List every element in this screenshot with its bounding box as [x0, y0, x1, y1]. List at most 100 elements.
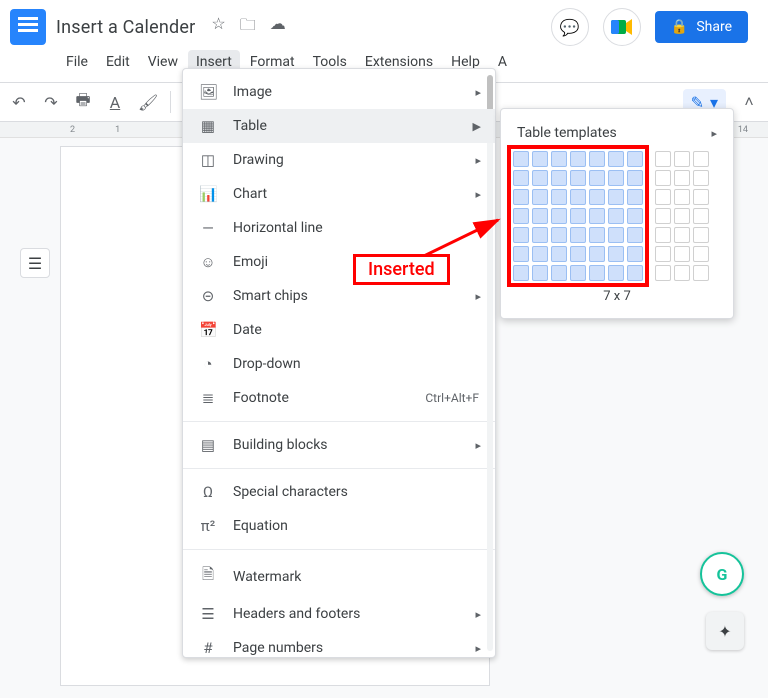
- table-cell[interactable]: [693, 246, 709, 262]
- insert-building-blocks[interactable]: ▤ Building blocks ▸: [183, 428, 495, 462]
- table-cell[interactable]: [513, 246, 529, 262]
- table-cell[interactable]: [589, 151, 605, 167]
- table-cell[interactable]: [551, 151, 567, 167]
- table-cell[interactable]: [627, 208, 643, 224]
- table-cell[interactable]: [693, 189, 709, 205]
- table-templates[interactable]: Table templates ▸: [501, 119, 733, 151]
- table-cell[interactable]: [570, 151, 586, 167]
- explore-button[interactable]: ✦: [706, 612, 744, 650]
- table-cell[interactable]: [693, 227, 709, 243]
- table-cell[interactable]: [513, 265, 529, 281]
- table-cell[interactable]: [627, 170, 643, 186]
- move-icon[interactable]: 🗀: [240, 14, 256, 41]
- table-cell[interactable]: [532, 227, 548, 243]
- insert-dropdown-item[interactable]: ◔ Drop-down: [183, 347, 495, 381]
- insert-chart[interactable]: 📊 Chart ▸: [183, 177, 495, 211]
- table-cell[interactable]: [551, 265, 567, 281]
- table-cell[interactable]: [532, 208, 548, 224]
- table-cell[interactable]: [513, 227, 529, 243]
- table-cell[interactable]: [570, 265, 586, 281]
- insert-equation[interactable]: π² Equation: [183, 509, 495, 543]
- table-cell[interactable]: [608, 265, 624, 281]
- table-cell[interactable]: [532, 170, 548, 186]
- table-cell[interactable]: [655, 208, 671, 224]
- table-size-picker-extra[interactable]: [655, 151, 709, 281]
- table-cell[interactable]: [551, 189, 567, 205]
- outline-toggle[interactable]: ☰: [20, 248, 50, 278]
- table-cell[interactable]: [589, 170, 605, 186]
- table-cell[interactable]: [627, 246, 643, 262]
- menu-file[interactable]: File: [58, 50, 96, 74]
- spellcheck-button[interactable]: A: [106, 93, 124, 112]
- insert-image[interactable]: 🖼 Image ▸: [183, 75, 495, 109]
- insert-watermark[interactable]: 🗎 Watermark: [183, 556, 495, 597]
- grammarly-button[interactable]: G: [700, 552, 744, 596]
- table-cell[interactable]: [570, 208, 586, 224]
- table-cell[interactable]: [589, 208, 605, 224]
- table-cell[interactable]: [655, 246, 671, 262]
- table-cell[interactable]: [551, 227, 567, 243]
- table-cell[interactable]: [674, 189, 690, 205]
- table-cell[interactable]: [608, 170, 624, 186]
- insert-footnote[interactable]: ≣ Footnote Ctrl+Alt+F: [183, 381, 495, 415]
- table-cell[interactable]: [608, 227, 624, 243]
- insert-hline[interactable]: — Horizontal line: [183, 211, 495, 245]
- insert-table[interactable]: ▦ Table ▶: [183, 109, 495, 143]
- table-cell[interactable]: [551, 170, 567, 186]
- table-cell[interactable]: [627, 151, 643, 167]
- table-cell[interactable]: [674, 208, 690, 224]
- insert-drawing[interactable]: ◫ Drawing ▸: [183, 143, 495, 177]
- table-cell[interactable]: [513, 151, 529, 167]
- table-cell[interactable]: [589, 265, 605, 281]
- meet-button[interactable]: [603, 8, 641, 46]
- table-cell[interactable]: [627, 265, 643, 281]
- table-cell[interactable]: [693, 208, 709, 224]
- table-cell[interactable]: [589, 189, 605, 205]
- insert-special-chars[interactable]: Ω Special characters: [183, 475, 495, 509]
- table-cell[interactable]: [655, 227, 671, 243]
- table-cell[interactable]: [513, 208, 529, 224]
- redo-button[interactable]: ↷: [42, 93, 60, 112]
- cloud-icon[interactable]: ☁: [270, 14, 286, 41]
- table-cell[interactable]: [674, 151, 690, 167]
- table-cell[interactable]: [655, 265, 671, 281]
- table-cell[interactable]: [570, 227, 586, 243]
- table-cell[interactable]: [693, 151, 709, 167]
- docs-logo[interactable]: [10, 9, 46, 45]
- table-cell[interactable]: [589, 227, 605, 243]
- table-size-picker-selected[interactable]: [513, 151, 643, 281]
- table-cell[interactable]: [674, 227, 690, 243]
- table-cell[interactable]: [589, 246, 605, 262]
- table-cell[interactable]: [570, 189, 586, 205]
- table-cell[interactable]: [551, 208, 567, 224]
- table-cell[interactable]: [608, 246, 624, 262]
- table-cell[interactable]: [532, 151, 548, 167]
- table-cell[interactable]: [570, 246, 586, 262]
- table-cell[interactable]: [627, 227, 643, 243]
- table-cell[interactable]: [674, 265, 690, 281]
- table-cell[interactable]: [608, 151, 624, 167]
- comments-button[interactable]: 💬: [551, 8, 589, 46]
- table-cell[interactable]: [608, 189, 624, 205]
- table-cell[interactable]: [570, 170, 586, 186]
- table-cell[interactable]: [532, 189, 548, 205]
- table-cell[interactable]: [693, 170, 709, 186]
- table-cell[interactable]: [532, 246, 548, 262]
- table-cell[interactable]: [551, 246, 567, 262]
- star-icon[interactable]: ☆: [211, 14, 225, 41]
- table-cell[interactable]: [655, 151, 671, 167]
- share-button[interactable]: 🔒 Share: [655, 11, 748, 43]
- insert-date[interactable]: 📅 Date: [183, 313, 495, 347]
- doc-title[interactable]: Insert a Calender: [56, 17, 195, 38]
- table-cell[interactable]: [655, 189, 671, 205]
- menu-edit[interactable]: Edit: [98, 50, 138, 74]
- table-cell[interactable]: [608, 208, 624, 224]
- paint-format-button[interactable]: 🖌: [138, 93, 156, 112]
- table-cell[interactable]: [655, 170, 671, 186]
- collapse-button[interactable]: ˄: [740, 92, 758, 112]
- table-cell[interactable]: [627, 189, 643, 205]
- table-cell[interactable]: [693, 265, 709, 281]
- table-cell[interactable]: [513, 170, 529, 186]
- table-cell[interactable]: [532, 265, 548, 281]
- insert-headers-footers[interactable]: ☰ Headers and footers ▸: [183, 597, 495, 631]
